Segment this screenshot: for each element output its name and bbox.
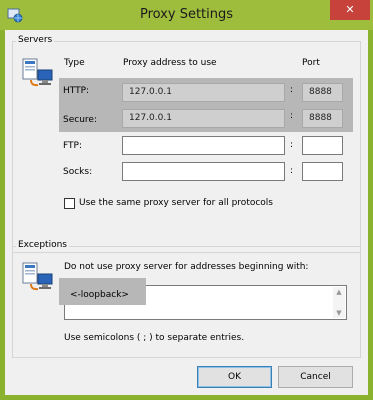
row-label-socks: Socks:: [63, 167, 93, 177]
column-header-address: Proxy address to use: [123, 58, 217, 68]
row-label-ftp: FTP:: [63, 141, 82, 151]
socks-port-field[interactable]: [302, 162, 343, 181]
exceptions-value: <-loopback>: [70, 290, 129, 300]
http-port-field[interactable]: 8888: [302, 83, 343, 102]
proxy-settings-window: Proxy Settings ✕ Servers Type Proxy addr…: [0, 0, 373, 400]
network-computer-icon: [22, 58, 53, 87]
column-header-type: Type: [64, 58, 85, 68]
ftp-colon: :: [290, 140, 294, 150]
exceptions-instruction: Do not use proxy server for addresses be…: [64, 262, 309, 272]
socks-address-field[interactable]: [122, 162, 285, 181]
http-colon: :: [290, 85, 294, 95]
secure-address-field[interactable]: 127.0.0.1: [122, 109, 285, 128]
secure-colon: :: [290, 111, 294, 121]
row-label-secure: Secure:: [63, 115, 97, 125]
scroll-up-arrow-icon[interactable]: ▲: [335, 289, 343, 296]
ftp-address-field[interactable]: [122, 136, 285, 155]
ok-button[interactable]: OK: [197, 366, 272, 388]
scroll-down-arrow-icon[interactable]: ▼: [335, 310, 343, 317]
servers-group-label: Servers: [16, 35, 55, 45]
http-address-field[interactable]: 127.0.0.1: [122, 83, 285, 102]
row-label-http: HTTP:: [63, 86, 90, 96]
column-header-port: Port: [302, 58, 320, 68]
exceptions-hint: Use semicolons ( ; ) to separate entries…: [64, 333, 245, 343]
close-button[interactable]: ✕: [330, 0, 370, 20]
same-proxy-label[interactable]: Use the same proxy server for all protoc…: [79, 198, 273, 208]
network-computer-icon: [22, 262, 53, 291]
ftp-port-field[interactable]: [302, 136, 343, 155]
exceptions-textarea[interactable]: <-loopback> ▲ ▼: [59, 278, 347, 320]
dialog-client-area: Servers Type Proxy address to use Port H…: [5, 30, 368, 395]
socks-colon: :: [290, 166, 294, 176]
exceptions-group-label: Exceptions: [16, 240, 69, 250]
secure-port-field[interactable]: 8888: [302, 109, 343, 128]
title-bar[interactable]: Proxy Settings ✕: [0, 0, 373, 30]
same-proxy-checkbox[interactable]: [64, 198, 75, 209]
window-title: Proxy Settings: [139, 7, 234, 22]
cancel-button[interactable]: Cancel: [278, 366, 353, 388]
